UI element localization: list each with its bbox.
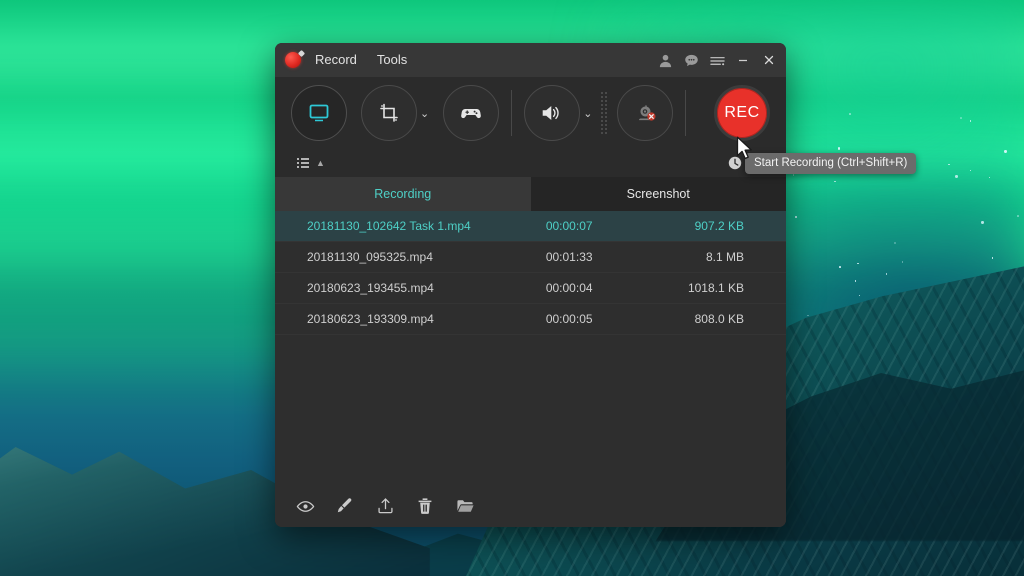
secondary-toolbar: ▲ [275,149,786,177]
chevron-down-icon[interactable]: ⌄ [420,107,429,120]
file-actions-toolbar [275,485,786,527]
cell-name: 20180623_193455.mp4 [275,281,546,295]
rec-button-tooltip: Start Recording (Ctrl+Shift+R) [745,153,916,174]
audio-toggle[interactable] [524,85,580,141]
mode-region-unit: ⌄ [361,85,429,141]
webcam-toggle[interactable] [617,85,673,141]
cell-name: 20181130_102642 Task 1.mp4 [275,219,546,233]
cell-size: 1018.1 KB [658,281,786,295]
minimize-button[interactable] [730,47,756,73]
preview-button[interactable] [293,494,317,518]
cell-name: 20181130_095325.mp4 [275,250,546,264]
mode-game-unit [443,85,499,141]
cell-size: 8.1 MB [658,250,786,264]
webcam-unit [617,85,673,141]
menu-record[interactable]: Record [305,43,367,77]
speech-bubble-icon[interactable] [678,47,704,73]
cell-duration: 00:01:33 [546,250,658,264]
account-icon[interactable] [652,47,678,73]
dotted-divider [600,91,609,135]
delete-button[interactable] [413,494,437,518]
mode-game[interactable] [443,85,499,141]
rec-button[interactable]: REC [714,85,770,141]
table-row[interactable]: 20180623_193309.mp400:00:05808.0 KB [275,304,786,335]
chevron-up-icon[interactable]: ▲ [316,158,325,168]
table-row[interactable]: 20181130_102642 Task 1.mp400:00:07907.2 … [275,211,786,242]
close-button[interactable] [756,47,782,73]
cell-duration: 00:00:07 [546,219,658,233]
task-list-toggle[interactable] [293,152,315,174]
edit-button[interactable] [333,494,357,518]
mode-screen[interactable] [291,85,347,141]
mode-screen-unit [291,85,347,141]
cell-duration: 00:00:05 [546,312,658,326]
rec-button-label: REC [724,104,759,122]
capture-mode-toolbar: ⌄ ⌄ [275,77,786,149]
tab-screenshot[interactable]: Screenshot [531,177,787,211]
toolbar-divider [511,90,512,136]
cell-duration: 00:00:04 [546,281,658,295]
menu-tools[interactable]: Tools [367,43,417,77]
audio-unit: ⌄ [524,85,592,141]
cell-size: 907.2 KB [658,219,786,233]
mode-region[interactable] [361,85,417,141]
cell-size: 808.0 KB [658,312,786,326]
open-folder-button[interactable] [453,494,477,518]
chevron-down-icon[interactable]: ⌄ [583,107,592,120]
toolbar-divider-2 [685,90,686,136]
record-logo-icon [285,50,305,70]
table-row[interactable]: 20181130_095325.mp400:01:338.1 MB [275,242,786,273]
schedule-history-button[interactable] [724,152,746,174]
upload-button[interactable] [373,494,397,518]
title-bar: Record Tools [275,43,786,77]
recording-file-list[interactable]: 20181130_102642 Task 1.mp400:00:07907.2 … [275,211,786,485]
content-tabs: Recording Screenshot [275,177,786,211]
table-row[interactable]: 20180623_193455.mp400:00:041018.1 KB [275,273,786,304]
tab-recording[interactable]: Recording [275,177,531,211]
hamburger-menu-icon[interactable] [704,47,730,73]
cell-name: 20180623_193309.mp4 [275,312,546,326]
screen-recorder-window: Record Tools [275,43,786,527]
